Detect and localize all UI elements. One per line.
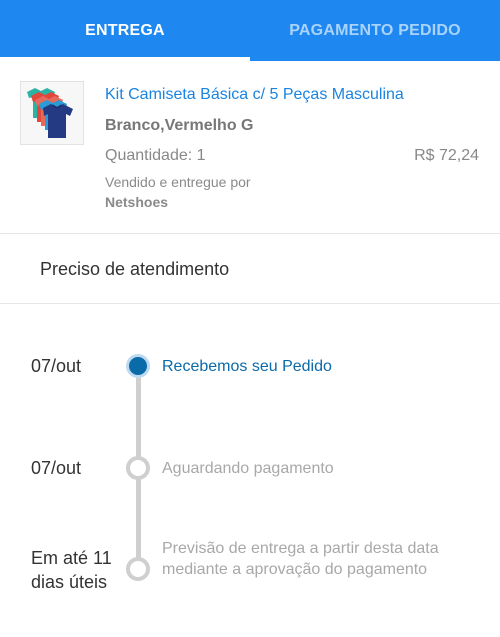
- sold-by-label: Vendido e entregue por: [105, 174, 251, 190]
- delivery-timeline: 07/out Recebemos seu Pedido 07/out Aguar…: [0, 303, 500, 637]
- seller-name: Netshoes: [105, 194, 169, 210]
- tab-pagamento-pedido[interactable]: PAGAMENTO PEDIDO: [250, 0, 500, 61]
- step-1-date: 07/out: [31, 356, 82, 376]
- help-row[interactable]: Preciso de atendimento: [0, 234, 500, 304]
- step-2-date: 07/out: [31, 458, 82, 478]
- timeline-connector: [136, 478, 141, 568]
- product-card: Kit Camiseta Básica c/ 5 Peças Masculina…: [0, 61, 500, 234]
- step-done-icon: [126, 354, 150, 378]
- step-3-date: Em até 11 dias úteis: [31, 546, 112, 594]
- product-image[interactable]: [20, 81, 84, 145]
- step-pending-icon: [126, 557, 150, 581]
- step-3-status: Previsão de entrega a partir desta data …: [162, 540, 439, 578]
- tab-bar: ENTREGA PAGAMENTO PEDIDO: [0, 0, 500, 61]
- tab-entrega[interactable]: ENTREGA: [0, 0, 250, 61]
- step-3-date-line1: Em até 11: [31, 548, 112, 568]
- help-label: Preciso de atendimento: [40, 259, 230, 279]
- tab-pagamento-label: PAGAMENTO PEDIDO: [289, 21, 461, 39]
- product-variant: Branco,Vermelho G: [105, 117, 254, 134]
- tab-entrega-label: ENTREGA: [85, 21, 165, 39]
- timeline-connector: [136, 365, 141, 463]
- product-name-link[interactable]: Kit Camiseta Básica c/ 5 Peças Masculina: [105, 86, 404, 104]
- step-2-status: Aguardando pagamento: [162, 460, 334, 477]
- step-pending-icon: [126, 456, 150, 480]
- product-quantity: Quantidade: 1: [105, 147, 206, 164]
- tshirt-stack-icon: [27, 88, 73, 138]
- step-3-date-line2: dias úteis: [31, 572, 108, 592]
- step-1-status: Recebemos seu Pedido: [162, 358, 332, 375]
- product-price: R$ 72,24: [414, 147, 479, 164]
